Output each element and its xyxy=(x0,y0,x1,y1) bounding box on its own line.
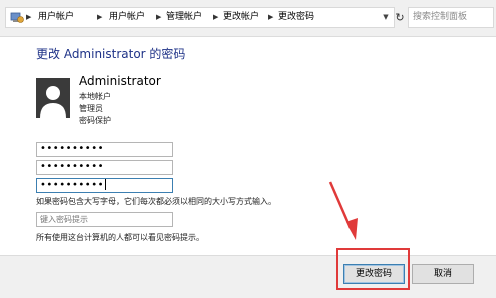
breadcrumb-separator-icon: ▶ xyxy=(156,13,162,21)
page-title: 更改 Administrator 的密码 xyxy=(36,47,186,61)
refresh-icon[interactable]: ↻ xyxy=(392,7,408,28)
breadcrumb-separator-icon: ▶ xyxy=(26,13,32,21)
annotation-highlight-box xyxy=(336,248,410,290)
user-name: Administrator xyxy=(79,74,161,88)
search-input[interactable]: 搜索控制面板 xyxy=(408,7,494,28)
breadcrumb-item-change-password[interactable]: 更改密码 xyxy=(278,8,314,27)
breadcrumb-item-change-account[interactable]: 更改帐户 xyxy=(223,8,259,27)
account-type: 本地帐户 xyxy=(79,92,111,101)
breadcrumb-item-manage-accounts[interactable]: 管理帐户 xyxy=(166,8,202,27)
breadcrumb[interactable]: ▶ 用户帐户 ▶ 用户帐户 ▶ 管理帐户 ▶ 更改帐户 ▶ 更改密码 ▼ xyxy=(5,7,395,28)
breadcrumb-separator-icon: ▶ xyxy=(213,13,219,21)
breadcrumb-separator-icon: ▶ xyxy=(268,13,274,21)
text-caret xyxy=(104,179,106,190)
cancel-button[interactable]: 取消 xyxy=(412,264,474,284)
case-sensitivity-note: 如果密码包含大写字母，它们每次都必须以相同的大小写方式输入。 xyxy=(36,197,276,206)
current-password-field[interactable]: •••••••••• xyxy=(36,142,173,157)
confirm-password-value: •••••••••• xyxy=(40,179,104,191)
new-password-field[interactable]: •••••••••• xyxy=(36,160,173,175)
breadcrumb-separator-icon: ▶ xyxy=(97,13,103,21)
breadcrumb-item-user-accounts[interactable]: 用户帐户 xyxy=(38,8,74,27)
breadcrumb-item-user-accounts-2[interactable]: 用户帐户 xyxy=(109,8,145,27)
confirm-password-field[interactable]: •••••••••• xyxy=(36,178,173,193)
control-panel-icon xyxy=(10,12,24,23)
user-avatar-icon xyxy=(36,78,70,118)
hint-visibility-note: 所有使用这台计算机的人都可以看见密码提示。 xyxy=(36,233,204,242)
account-role: 管理员 xyxy=(79,104,103,113)
password-hint-field[interactable]: 键入密码提示 xyxy=(36,212,173,227)
address-bar: ▶ 用户帐户 ▶ 用户帐户 ▶ 管理帐户 ▶ 更改帐户 ▶ 更改密码 ▼ ↻ 搜… xyxy=(0,0,496,37)
password-protection-status: 密码保护 xyxy=(79,116,111,125)
